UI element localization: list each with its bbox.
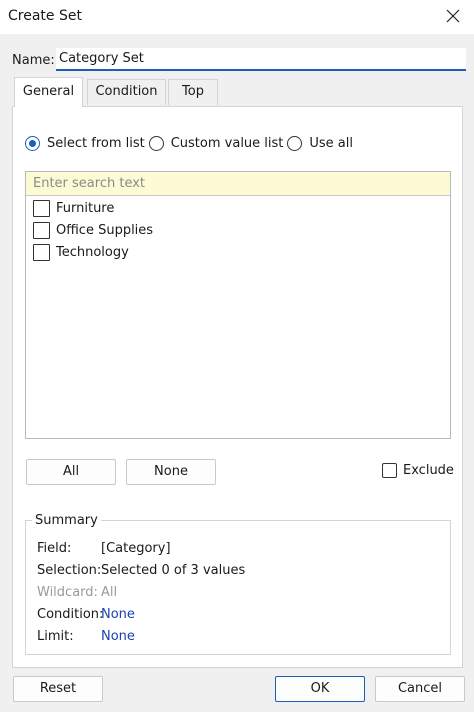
search-input[interactable] bbox=[26, 172, 450, 196]
field-value: [Category] bbox=[101, 541, 171, 556]
condition-label: Condition: bbox=[37, 607, 104, 622]
mode-radio-group: Select from list Custom value list Use a… bbox=[25, 134, 357, 152]
exclude-checkbox[interactable]: Exclude bbox=[382, 463, 454, 478]
limit-label: Limit: bbox=[37, 629, 74, 644]
radio-unselected-icon bbox=[287, 135, 303, 151]
field-label: Field: bbox=[37, 541, 72, 556]
radio-unselected-icon bbox=[148, 135, 164, 151]
title-bar: Create Set bbox=[0, 0, 474, 34]
close-icon bbox=[446, 9, 460, 23]
values-list: Furniture Office Supplies Technology bbox=[25, 171, 451, 439]
selection-label: Selection: bbox=[37, 563, 102, 578]
ok-button[interactable]: OK bbox=[275, 676, 365, 702]
checkbox-icon[interactable] bbox=[33, 243, 50, 261]
wildcard-label: Wildcard: bbox=[37, 585, 98, 600]
tab-condition[interactable]: Condition bbox=[87, 79, 166, 105]
none-button[interactable]: None bbox=[126, 459, 216, 485]
close-button[interactable] bbox=[442, 5, 464, 27]
checkbox-icon[interactable] bbox=[33, 199, 50, 217]
list-item[interactable]: Technology bbox=[33, 242, 129, 262]
radio-select-from-list[interactable]: Select from list bbox=[25, 135, 145, 151]
list-item-label: Technology bbox=[56, 244, 129, 260]
tab-top[interactable]: Top bbox=[168, 79, 218, 105]
tab-general[interactable]: General bbox=[14, 77, 83, 107]
wildcard-value: All bbox=[101, 585, 118, 600]
list-item-label: Office Supplies bbox=[56, 222, 154, 238]
checkbox-icon[interactable] bbox=[33, 221, 50, 239]
summary-group: Summary Field: [Category] Selection: Sel… bbox=[25, 513, 451, 655]
name-input[interactable] bbox=[56, 48, 466, 71]
radio-label: Select from list bbox=[47, 135, 145, 151]
radio-custom-value-list[interactable]: Custom value list bbox=[148, 135, 284, 151]
exclude-label: Exclude bbox=[403, 463, 454, 478]
radio-use-all[interactable]: Use all bbox=[287, 135, 353, 151]
radio-selected-icon bbox=[25, 135, 40, 151]
selection-value: Selected 0 of 3 values bbox=[101, 563, 246, 578]
window-title: Create Set bbox=[8, 8, 82, 24]
radio-label: Use all bbox=[309, 135, 353, 151]
list-item[interactable]: Furniture bbox=[33, 198, 114, 218]
all-button[interactable]: All bbox=[26, 459, 116, 485]
checkbox-icon[interactable] bbox=[382, 463, 397, 478]
list-item[interactable]: Office Supplies bbox=[33, 220, 153, 240]
cancel-button[interactable]: Cancel bbox=[375, 676, 465, 702]
general-tab-panel: Select from list Custom value list Use a… bbox=[12, 106, 463, 668]
limit-link[interactable]: None bbox=[101, 629, 135, 644]
dialog-body: Name: General Condition Top Select from … bbox=[0, 34, 474, 712]
summary-title: Summary bbox=[32, 513, 101, 528]
reset-button[interactable]: Reset bbox=[13, 676, 103, 702]
radio-label: Custom value list bbox=[170, 135, 284, 151]
list-item-label: Furniture bbox=[56, 200, 115, 216]
name-label: Name: bbox=[12, 53, 55, 68]
condition-link[interactable]: None bbox=[101, 607, 135, 622]
